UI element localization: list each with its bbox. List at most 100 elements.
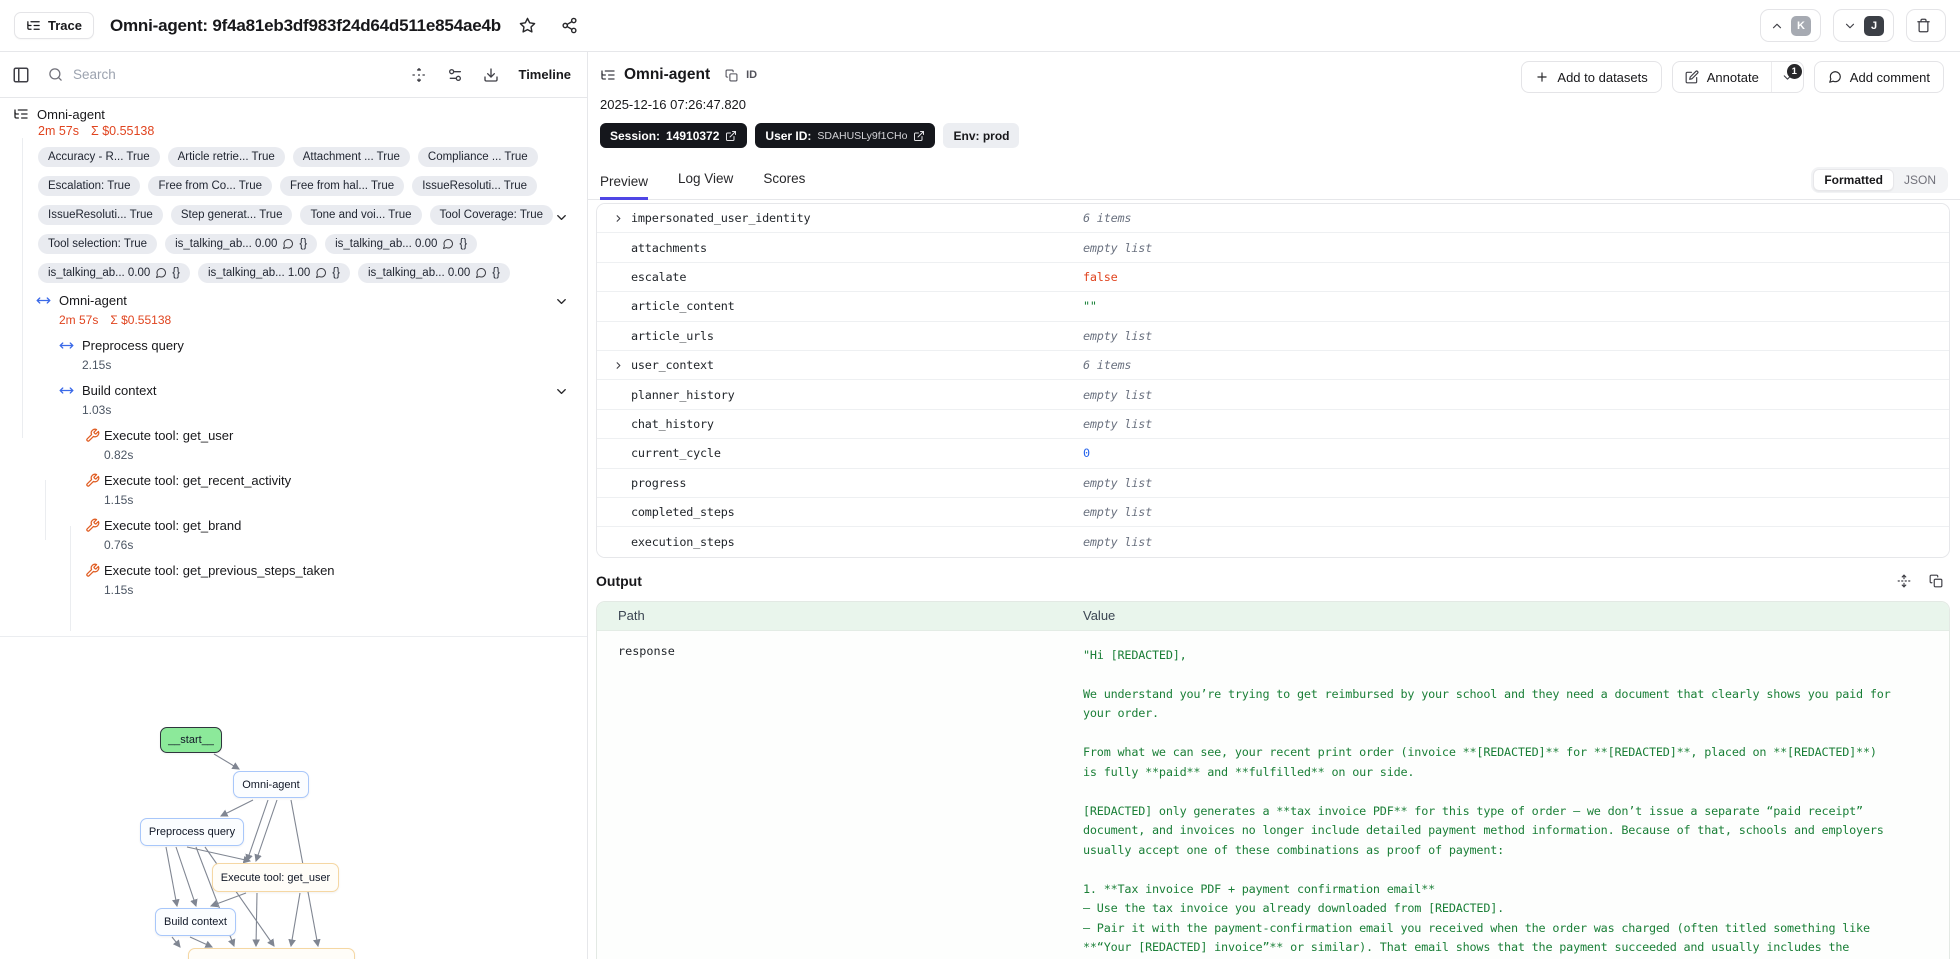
score-badge-label: Article retrie... True: [177, 151, 275, 163]
score-badge[interactable]: Article retrie... True: [167, 147, 285, 167]
span-list: Omni-agent 2m 57s Σ $0.55138 Preprocess que…: [0, 292, 587, 598]
preview-row-article_urls[interactable]: article_urls empty list: [597, 321, 1949, 351]
session-badge[interactable]: Session: 14910372: [600, 123, 748, 148]
format-option-json[interactable]: JSON: [1894, 170, 1946, 190]
expand-output-button[interactable]: [1892, 569, 1916, 593]
span-label: Execute tool: get_user: [104, 428, 234, 443]
score-badge[interactable]: Tone and voi... True: [300, 205, 422, 225]
preview-row-progress[interactable]: progress empty list: [597, 468, 1949, 498]
format-toggle: Formatted JSON: [1811, 167, 1948, 193]
share-button[interactable]: [555, 11, 585, 41]
preview-key: current_cycle: [631, 446, 721, 461]
sidebar-header: Timeline: [0, 52, 587, 98]
score-badge[interactable]: Compliance ... True: [417, 147, 538, 167]
star-icon: [519, 17, 536, 34]
graph-node-clipped[interactable]: [188, 948, 355, 959]
trace-span-build-context[interactable]: Build context 1.03s: [0, 382, 587, 418]
preview-key: planner_history: [631, 387, 735, 402]
span-label: Execute tool: get_brand: [104, 518, 242, 533]
trace-span-preprocess-query[interactable]: Preprocess query 2.15s: [0, 337, 587, 373]
copy-output-button[interactable]: [1924, 569, 1948, 593]
user-id-badge[interactable]: User ID: SDAHUSLy9f1CHo: [755, 123, 936, 148]
preview-row-article_content[interactable]: article_content "": [597, 292, 1949, 322]
score-badge[interactable]: is_talking_ab... 0.00 {}: [357, 263, 510, 283]
chevron-right-icon[interactable]: [613, 360, 624, 371]
output-response-value: "Hi [REDACTED], We understand you’re try…: [1083, 647, 1891, 955]
annotate-button[interactable]: Annotate: [1673, 62, 1771, 92]
preview-row-current_cycle[interactable]: current_cycle 0: [597, 439, 1949, 469]
score-badge[interactable]: is_talking_ab... 0.00 {}: [38, 263, 190, 283]
wrench-icon: [85, 518, 100, 533]
score-badge[interactable]: Free from hal... True: [280, 176, 405, 196]
trace-span-execute-tool-get-brand[interactable]: Execute tool: get_brand 0.76s: [0, 517, 587, 553]
score-badge[interactable]: is_talking_ab... 0.00 {}: [165, 234, 318, 254]
trace-root-item[interactable]: Omni-agent: [0, 104, 587, 122]
chevron-down-icon[interactable]: [554, 294, 569, 309]
list-tree-icon: [600, 67, 616, 83]
format-option-formatted[interactable]: Formatted: [1813, 169, 1894, 191]
score-badge[interactable]: Escalation: True: [38, 176, 141, 196]
trace-span-omni-agent[interactable]: Omni-agent 2m 57s Σ $0.55138: [0, 292, 587, 328]
delete-trace-button[interactable]: [1906, 9, 1946, 42]
search-input[interactable]: [73, 67, 397, 82]
output-column-value: Value: [1083, 608, 1116, 624]
trace-span-execute-tool-get-user[interactable]: Execute tool: get_user 0.82s: [0, 427, 587, 463]
search-icon: [48, 67, 63, 82]
chevron-down-icon[interactable]: [554, 384, 569, 399]
wrench-icon: [85, 473, 100, 488]
preview-row-completed_steps[interactable]: completed_steps empty list: [597, 497, 1949, 528]
preview-row-chat_history[interactable]: chat_history empty list: [597, 409, 1949, 440]
score-badge[interactable]: IssueResoluti... True: [412, 176, 538, 196]
graph-node-preprocess-query[interactable]: Preprocess query: [140, 818, 244, 846]
graph-node-omni-agent[interactable]: Omni-agent: [233, 771, 309, 798]
trace-span-execute-tool-get-recent-activity[interactable]: Execute tool: get_recent_activity 1.15s: [0, 472, 587, 508]
observation-title: Omni-agent: [624, 66, 711, 83]
preview-row-user_context[interactable]: user_context 6 items: [597, 350, 1949, 381]
score-badge[interactable]: Tool selection: True: [38, 234, 158, 254]
trace-detail-panel: Omni-agent ID 2025-12-16 07:26:47.820 Se…: [588, 52, 1960, 959]
score-badge[interactable]: Tool Coverage: True: [429, 205, 554, 225]
tab-log-view[interactable]: Log View: [678, 171, 733, 200]
add-to-datasets-button[interactable]: Add to datasets: [1521, 61, 1662, 93]
span-label: Execute tool: get_recent_activity: [104, 473, 292, 488]
add-comment-button[interactable]: Add comment: [1813, 61, 1944, 93]
graph-node--start-[interactable]: __start__: [160, 727, 222, 753]
score-badge[interactable]: Accuracy - R... True: [38, 147, 160, 167]
collapse-panel-icon[interactable]: [12, 66, 30, 84]
score-badge-label: IssueResoluti... True: [48, 209, 153, 221]
preview-row-escalate[interactable]: escalate false: [597, 262, 1949, 293]
score-badge[interactable]: is_talking_ab... 1.00 {}: [197, 263, 350, 283]
trace-span-execute-tool-get-previous-steps-taken[interactable]: Execute tool: get_previous_steps_taken 1.…: [0, 562, 587, 598]
score-badge[interactable]: IssueResoluti... True: [38, 205, 163, 225]
score-badge[interactable]: is_talking_ab... 0.00 {}: [325, 234, 478, 254]
annotate-label: Annotate: [1706, 69, 1759, 85]
annotate-dropdown-button[interactable]: 1: [1770, 62, 1803, 92]
next-trace-button[interactable]: J: [1833, 9, 1894, 42]
display-settings-button[interactable]: [442, 62, 468, 88]
score-badge[interactable]: Step generat... True: [170, 205, 293, 225]
chevron-down-icon[interactable]: [554, 210, 569, 225]
preview-key: article_urls: [631, 328, 714, 343]
timeline-toggle[interactable]: Timeline: [518, 67, 571, 82]
preview-row-planner_history[interactable]: planner_history empty list: [597, 380, 1949, 410]
download-button[interactable]: [478, 62, 504, 88]
trace-type-chip: Trace: [14, 12, 94, 39]
preview-row-impersonated_user_identity[interactable]: impersonated_user_identity 6 items: [597, 204, 1949, 234]
tab-scores[interactable]: Scores: [763, 171, 805, 200]
score-badge-label: Compliance ... True: [427, 151, 528, 163]
graph-node-build-context[interactable]: Build context: [155, 908, 236, 936]
fit-view-button[interactable]: [406, 62, 432, 88]
previous-trace-button[interactable]: K: [1760, 9, 1821, 42]
preview-row-execution_steps[interactable]: execution_steps empty list: [597, 527, 1949, 557]
chevron-right-icon[interactable]: [613, 213, 624, 224]
score-badge[interactable]: Free from Co... True: [148, 176, 272, 196]
copy-id-button[interactable]: [720, 64, 742, 86]
preview-value: empty list: [1083, 534, 1153, 549]
keyboard-shortcut-j: J: [1864, 15, 1884, 36]
graph-node-execute-tool-get-user[interactable]: Execute tool: get_user: [212, 863, 339, 892]
score-badge[interactable]: Attachment ... True: [292, 147, 410, 167]
output-row-response[interactable]: response "Hi [REDACTED], We understand y…: [597, 631, 1949, 959]
bookmark-star-button[interactable]: [513, 11, 543, 41]
tab-preview[interactable]: Preview: [600, 174, 649, 200]
preview-row-attachments[interactable]: attachments empty list: [597, 233, 1949, 263]
